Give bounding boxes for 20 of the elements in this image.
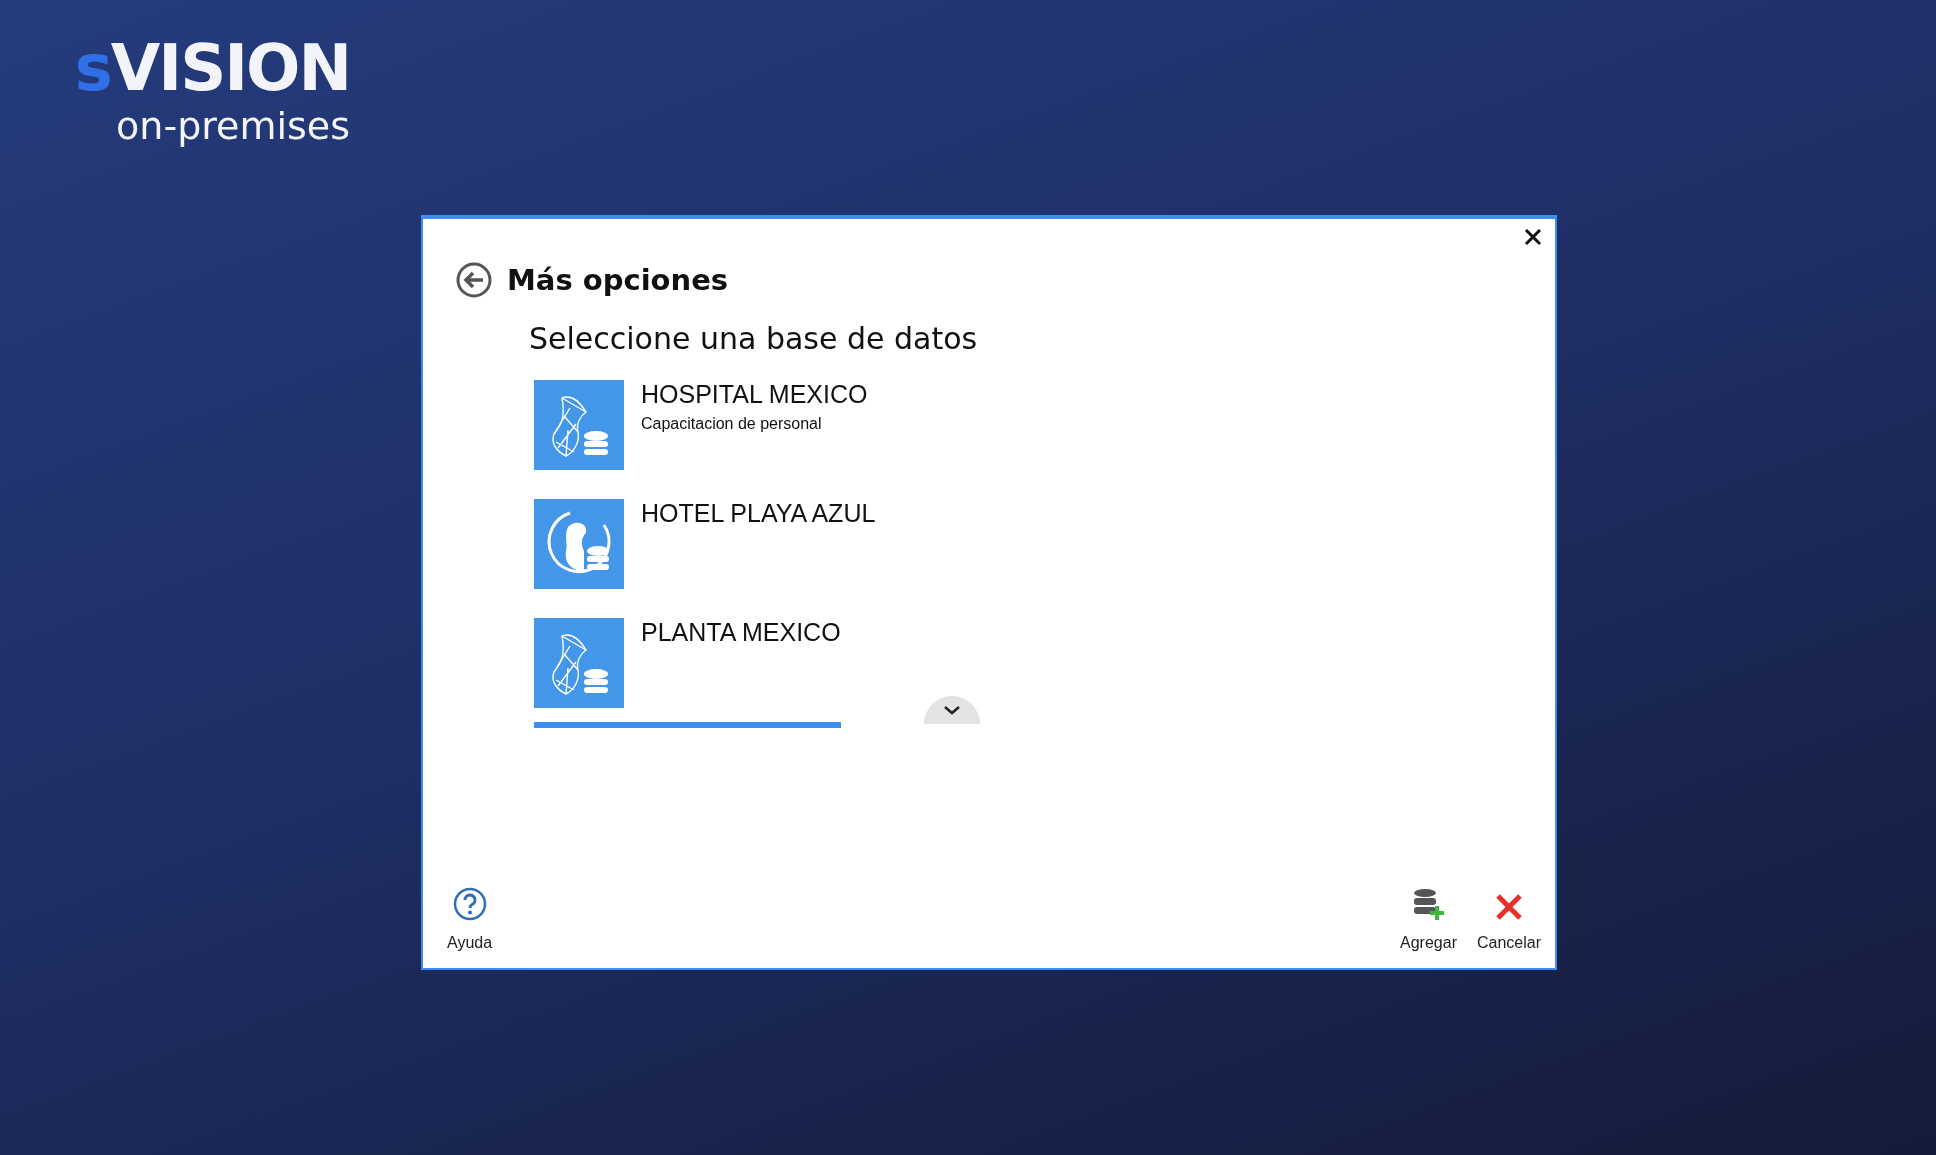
database-name: HOSPITAL MEXICO — [641, 380, 868, 409]
database-item[interactable]: HOSPITAL MEXICO Capacitacion de personal — [534, 380, 868, 490]
scroll-down-button[interactable] — [924, 696, 980, 724]
help-icon — [451, 886, 488, 922]
close-icon — [1524, 228, 1542, 246]
dialog-subtitle: Seleccione una base de datos — [529, 321, 979, 356]
add-button[interactable]: Agregar — [1396, 884, 1461, 954]
cancel-button[interactable]: Cancelar — [1472, 890, 1545, 954]
database-item[interactable]: HOTEL PLAYA AZUL — [534, 499, 876, 609]
logo-tagline: on-premises — [116, 104, 350, 148]
database-description: Capacitacion de personal — [641, 415, 823, 433]
help-button[interactable]: Ayuda — [443, 884, 497, 954]
database-item[interactable]: PLANTA MEXICO — [534, 618, 841, 728]
logo-wordmark: sVISION — [74, 34, 350, 102]
close-icon — [1494, 892, 1524, 922]
database-name: HOTEL PLAYA AZUL — [641, 499, 876, 528]
dialog-title: Más opciones — [507, 263, 729, 297]
back-button[interactable] — [455, 261, 493, 299]
database-name: PLANTA MEXICO — [641, 618, 841, 647]
chevron-down-icon — [942, 704, 962, 716]
